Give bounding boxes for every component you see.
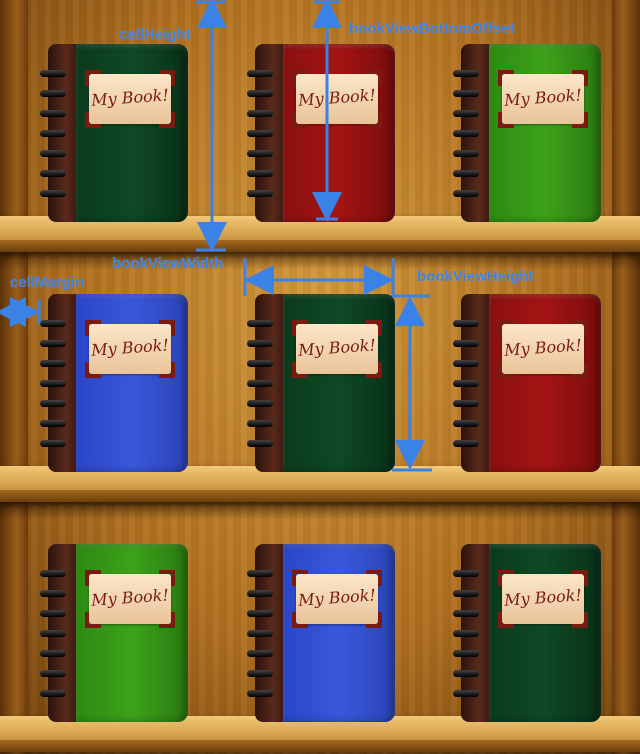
binder-ring-icon xyxy=(247,630,273,637)
book-label: My Book! xyxy=(85,320,175,378)
binder-ring-icon xyxy=(40,70,66,77)
binder-ring-icon xyxy=(40,130,66,137)
binder-ring-icon xyxy=(247,690,273,697)
binder-ring-icon xyxy=(40,110,66,117)
book-label: My Book! xyxy=(292,320,382,378)
binder-ring-icon xyxy=(453,690,479,697)
binder-ring-icon xyxy=(453,150,479,157)
binder-ring-icon xyxy=(40,400,66,407)
book-view[interactable]: My Book! xyxy=(453,294,601,472)
book-title: My Book! xyxy=(503,85,583,110)
binder-ring-icon xyxy=(40,670,66,677)
binder-ring-icon xyxy=(247,400,273,407)
binder-ring-icon xyxy=(453,90,479,97)
binder-ring-icon xyxy=(40,420,66,427)
binder-ring-icon xyxy=(247,610,273,617)
cell-margin-label: cellMargin xyxy=(10,274,85,291)
binder-ring-icon xyxy=(247,110,273,117)
binder-ring-icon xyxy=(40,590,66,597)
binder-ring-icon xyxy=(453,70,479,77)
binder-ring-icon xyxy=(40,570,66,577)
binder-ring-icon xyxy=(453,590,479,597)
book-view[interactable]: My Book! xyxy=(453,544,601,722)
binder-ring-icon xyxy=(453,570,479,577)
book-view[interactable]: My Book! xyxy=(453,44,601,222)
book-view-bottom-offset-label: bookViewBottomOffset xyxy=(349,20,515,37)
binder-ring-icon xyxy=(453,630,479,637)
binder-ring-icon xyxy=(453,190,479,197)
binder-ring-icon xyxy=(453,400,479,407)
book-view[interactable]: My Book! xyxy=(247,44,395,222)
book-view[interactable]: My Book! xyxy=(40,44,188,222)
book-label: My Book! xyxy=(85,70,175,128)
binder-ring-icon xyxy=(453,650,479,657)
binder-ring-icon xyxy=(453,110,479,117)
book-view-width-label: bookViewWidth xyxy=(112,255,224,272)
book-title: My Book! xyxy=(503,585,583,610)
binder-ring-icon xyxy=(247,440,273,447)
binder-ring-icon xyxy=(40,340,66,347)
book-view-height-label: bookViewHeight xyxy=(417,268,534,285)
book-label: My Book! xyxy=(292,570,382,628)
binder-ring-icon xyxy=(453,440,479,447)
shelf-right-side xyxy=(612,0,640,754)
binder-ring-icon xyxy=(247,360,273,367)
book-title: My Book! xyxy=(297,335,377,360)
book-view[interactable]: My Book! xyxy=(40,544,188,722)
binder-ring-icon xyxy=(40,170,66,177)
binder-ring-icon xyxy=(40,190,66,197)
binder-ring-icon xyxy=(247,590,273,597)
binder-ring-icon xyxy=(247,570,273,577)
binder-ring-icon xyxy=(247,380,273,387)
book-view[interactable]: My Book! xyxy=(40,294,188,472)
book-label: My Book! xyxy=(85,570,175,628)
shelf-left-side xyxy=(0,0,28,754)
binder-ring-icon xyxy=(40,610,66,617)
binder-ring-icon xyxy=(40,690,66,697)
book-label: My Book! xyxy=(498,570,588,628)
binder-ring-icon xyxy=(453,670,479,677)
binder-ring-icon xyxy=(40,440,66,447)
book-view[interactable]: My Book! xyxy=(247,544,395,722)
book-title: My Book! xyxy=(90,85,170,110)
binder-ring-icon xyxy=(247,420,273,427)
binder-ring-icon xyxy=(247,320,273,327)
binder-ring-icon xyxy=(40,630,66,637)
binder-ring-icon xyxy=(453,130,479,137)
binder-ring-icon xyxy=(247,150,273,157)
binder-ring-icon xyxy=(247,90,273,97)
binder-ring-icon xyxy=(453,420,479,427)
book-label: My Book! xyxy=(498,320,588,378)
book-title: My Book! xyxy=(90,585,170,610)
book-title: My Book! xyxy=(90,335,170,360)
binder-ring-icon xyxy=(453,170,479,177)
binder-ring-icon xyxy=(453,340,479,347)
book-title: My Book! xyxy=(503,335,583,360)
binder-ring-icon xyxy=(40,360,66,367)
binder-ring-icon xyxy=(247,70,273,77)
binder-ring-icon xyxy=(247,670,273,677)
binder-ring-icon xyxy=(453,610,479,617)
binder-ring-icon xyxy=(40,380,66,387)
binder-ring-icon xyxy=(40,320,66,327)
book-label: My Book! xyxy=(498,70,588,128)
row-shadow xyxy=(0,250,640,270)
binder-ring-icon xyxy=(453,380,479,387)
cell-height-label: cellHeight xyxy=(119,26,191,43)
book-view[interactable]: My Book! xyxy=(247,294,395,472)
binder-ring-icon xyxy=(40,650,66,657)
binder-ring-icon xyxy=(247,650,273,657)
row-shadow xyxy=(0,500,640,520)
binder-ring-icon xyxy=(247,170,273,177)
binder-ring-icon xyxy=(453,320,479,327)
book-label: My Book! xyxy=(292,70,382,128)
binder-ring-icon xyxy=(40,150,66,157)
binder-ring-icon xyxy=(247,130,273,137)
binder-ring-icon xyxy=(40,90,66,97)
binder-ring-icon xyxy=(247,340,273,347)
book-title: My Book! xyxy=(297,85,377,110)
binder-ring-icon xyxy=(453,360,479,367)
book-title: My Book! xyxy=(297,585,377,610)
binder-ring-icon xyxy=(247,190,273,197)
